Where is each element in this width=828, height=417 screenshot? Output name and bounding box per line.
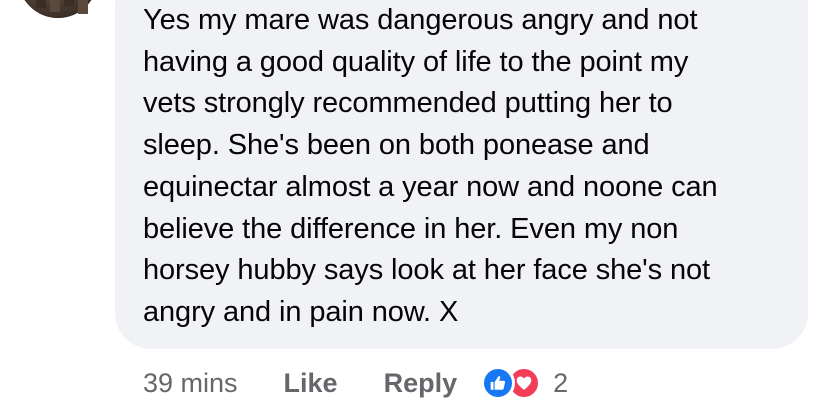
comment-line: equinectar almost a year now and noone c… bbox=[143, 170, 718, 203]
comment-line: sleep. She's been on both ponease and bbox=[143, 129, 650, 162]
comment-line: having a good quality of life to the poi… bbox=[143, 45, 689, 78]
reaction-count: 2 bbox=[553, 367, 569, 398]
comment-line: horsey hubby says look at her face she's… bbox=[143, 254, 710, 287]
comment-actions: 39 mins Like Reply 2 bbox=[143, 362, 568, 404]
like-button[interactable]: Like bbox=[284, 368, 338, 399]
comment-line: Yes my mare was dangerous angry and not bbox=[143, 4, 698, 36]
reply-button[interactable]: Reply bbox=[384, 368, 458, 399]
comment-text: Yes my mare was dangerous angry and not … bbox=[143, 0, 793, 334]
comment-line: angry and in pain now. X bbox=[143, 295, 459, 328]
comment-line: vets strongly recommended putting her to bbox=[143, 87, 673, 120]
reactions-summary[interactable]: 2 bbox=[481, 366, 568, 400]
timestamp[interactable]: 39 mins bbox=[143, 368, 238, 399]
avatar[interactable] bbox=[18, 0, 98, 18]
comment-line: believe the difference in her. Even my n… bbox=[143, 212, 679, 245]
like-icon bbox=[481, 366, 516, 400]
comment-container: Yes my mare was dangerous angry and not … bbox=[0, 0, 828, 417]
